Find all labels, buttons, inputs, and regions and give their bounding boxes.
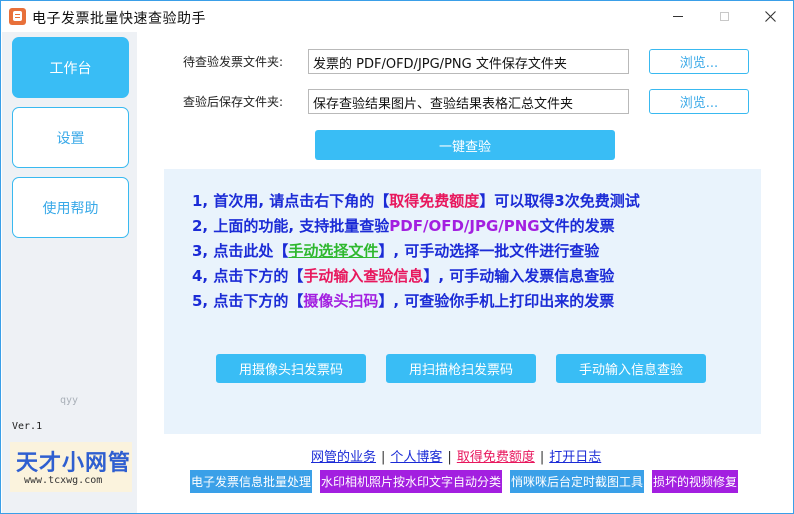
scanner-gun-button[interactable]: 用扫描枪扫发票码 — [386, 354, 536, 383]
link-separator: | — [381, 450, 386, 465]
tip-text: 2, 上面的功能, 支持批量查验 — [192, 217, 390, 235]
maximize-button[interactable] — [701, 1, 747, 32]
close-button[interactable] — [747, 1, 793, 32]
tip-text: 】, 可手动选择一批文件进行查验 — [378, 242, 600, 260]
link-separator: | — [447, 450, 452, 465]
ad-watermark-photo-sort[interactable]: 水印相机照片按水印文字自动分类 — [320, 470, 502, 493]
logo-url-text: www.tcxwg.com — [24, 475, 103, 486]
app-window: 电子发票批量快速查验助手 工作台 设置 使用帮助 qyy Ver.1 天才小网管… — [0, 0, 794, 514]
manual-input-button[interactable]: 手动输入信息查验 — [556, 354, 706, 383]
tip-line-5: 5, 点击下方的【摄像头扫码】, 可查验你手机上打印出来的发票 — [192, 289, 640, 314]
camera-scan-button[interactable]: 用摄像头扫发票码 — [216, 354, 366, 383]
source-folder-label: 待查验发票文件夹: — [183, 55, 284, 69]
tip-text: 】, 可手动输入发票信息查验 — [423, 267, 615, 285]
tip-text: 3, 点击此处【 — [192, 242, 289, 260]
app-icon — [9, 8, 26, 25]
instructions-panel: 1, 首次用, 请点击右下角的【取得免费额度】可以取得3次免费测试 2, 上面的… — [164, 169, 761, 434]
source-folder-input[interactable]: 发票的 PDF/OFD/JPG/PNG 文件保存文件夹 — [308, 49, 629, 74]
sidebar-item-settings[interactable]: 设置 — [12, 107, 129, 168]
ad-invoice-batch[interactable]: 电子发票信息批量处理 — [190, 470, 312, 493]
output-folder-input[interactable]: 保存查验结果图片、查验结果表格汇总文件夹 — [308, 89, 629, 114]
ad-timed-screenshot[interactable]: 悄咪咪后台定时截图工具 — [510, 470, 644, 493]
blog-link[interactable]: 个人博客 — [390, 450, 442, 465]
window-title: 电子发票批量快速查验助手 — [32, 11, 206, 27]
tip-text: 】, 可查验你手机上打印出来的发票 — [378, 292, 615, 310]
sidebar-item-workbench[interactable]: 工作台 — [12, 37, 129, 98]
footer-links: 网管的业务 | 个人博客 | 取得免费额度 | 打开日志 — [311, 446, 601, 465]
tip-line-2: 2, 上面的功能, 支持批量查验PDF/OFD/JPG/PNG文件的发票 — [192, 214, 640, 239]
output-folder-label: 查验后保存文件夹: — [183, 95, 284, 109]
ad-video-repair[interactable]: 损坏的视频修复 — [652, 470, 738, 493]
minimize-icon — [673, 16, 683, 17]
version-label: Ver.1 — [12, 421, 43, 432]
tip-text: 5, 点击下方的【 — [192, 292, 304, 310]
maximize-icon — [719, 12, 729, 21]
tips-list: 1, 首次用, 请点击右下角的【取得免费额度】可以取得3次免费测试 2, 上面的… — [192, 189, 640, 314]
close-icon — [764, 11, 776, 22]
tip-text: 文件的发票 — [539, 217, 615, 235]
tip-line-4: 4, 点击下方的【手动输入查验信息】, 可手动输入发票信息查验 — [192, 264, 640, 289]
one-click-check-button[interactable]: 一键查验 — [315, 130, 615, 160]
link-separator: | — [539, 450, 545, 465]
tip-text: 】可以取得3次免费测试 — [479, 192, 640, 210]
logo-main-text: 天才小网管 — [16, 451, 132, 476]
tip-line-3: 3, 点击此处【手动选择文件】, 可手动选择一批文件进行查验 — [192, 239, 640, 264]
brand-logo[interactable]: 天才小网管 www.tcxwg.com — [10, 442, 132, 492]
open-log-link[interactable]: 打开日志 — [549, 450, 601, 465]
title-bar: 电子发票批量快速查验助手 — [1, 1, 793, 32]
business-link[interactable]: 网管的业务 — [311, 450, 376, 465]
tip-highlight-free-quota: 取得免费额度 — [389, 192, 480, 210]
minimize-button[interactable] — [655, 1, 701, 32]
sidebar-item-help[interactable]: 使用帮助 — [12, 177, 129, 238]
tip-line-1: 1, 首次用, 请点击右下角的【取得免费额度】可以取得3次免费测试 — [192, 189, 640, 214]
browse-source-button[interactable]: 浏览... — [649, 49, 749, 74]
browse-output-button[interactable]: 浏览... — [649, 89, 749, 114]
tip-text: 1, 首次用, 请点击右下角的【 — [192, 192, 390, 210]
watermark-text: qyy — [60, 395, 79, 406]
tip-highlight-formats: PDF/OFD/JPG/PNG — [389, 217, 540, 235]
free-quota-link[interactable]: 取得免费额度 — [457, 450, 535, 465]
sidebar: 工作台 设置 使用帮助 qyy Ver.1 天才小网管 www.tcxwg.co… — [2, 32, 137, 513]
tip-highlight-camera: 摄像头扫码 — [303, 292, 379, 310]
tip-text: 4, 点击下方的【 — [192, 267, 304, 285]
manual-select-files-link[interactable]: 手动选择文件 — [288, 242, 378, 260]
tip-highlight-manual-input: 手动输入查验信息 — [303, 267, 424, 285]
